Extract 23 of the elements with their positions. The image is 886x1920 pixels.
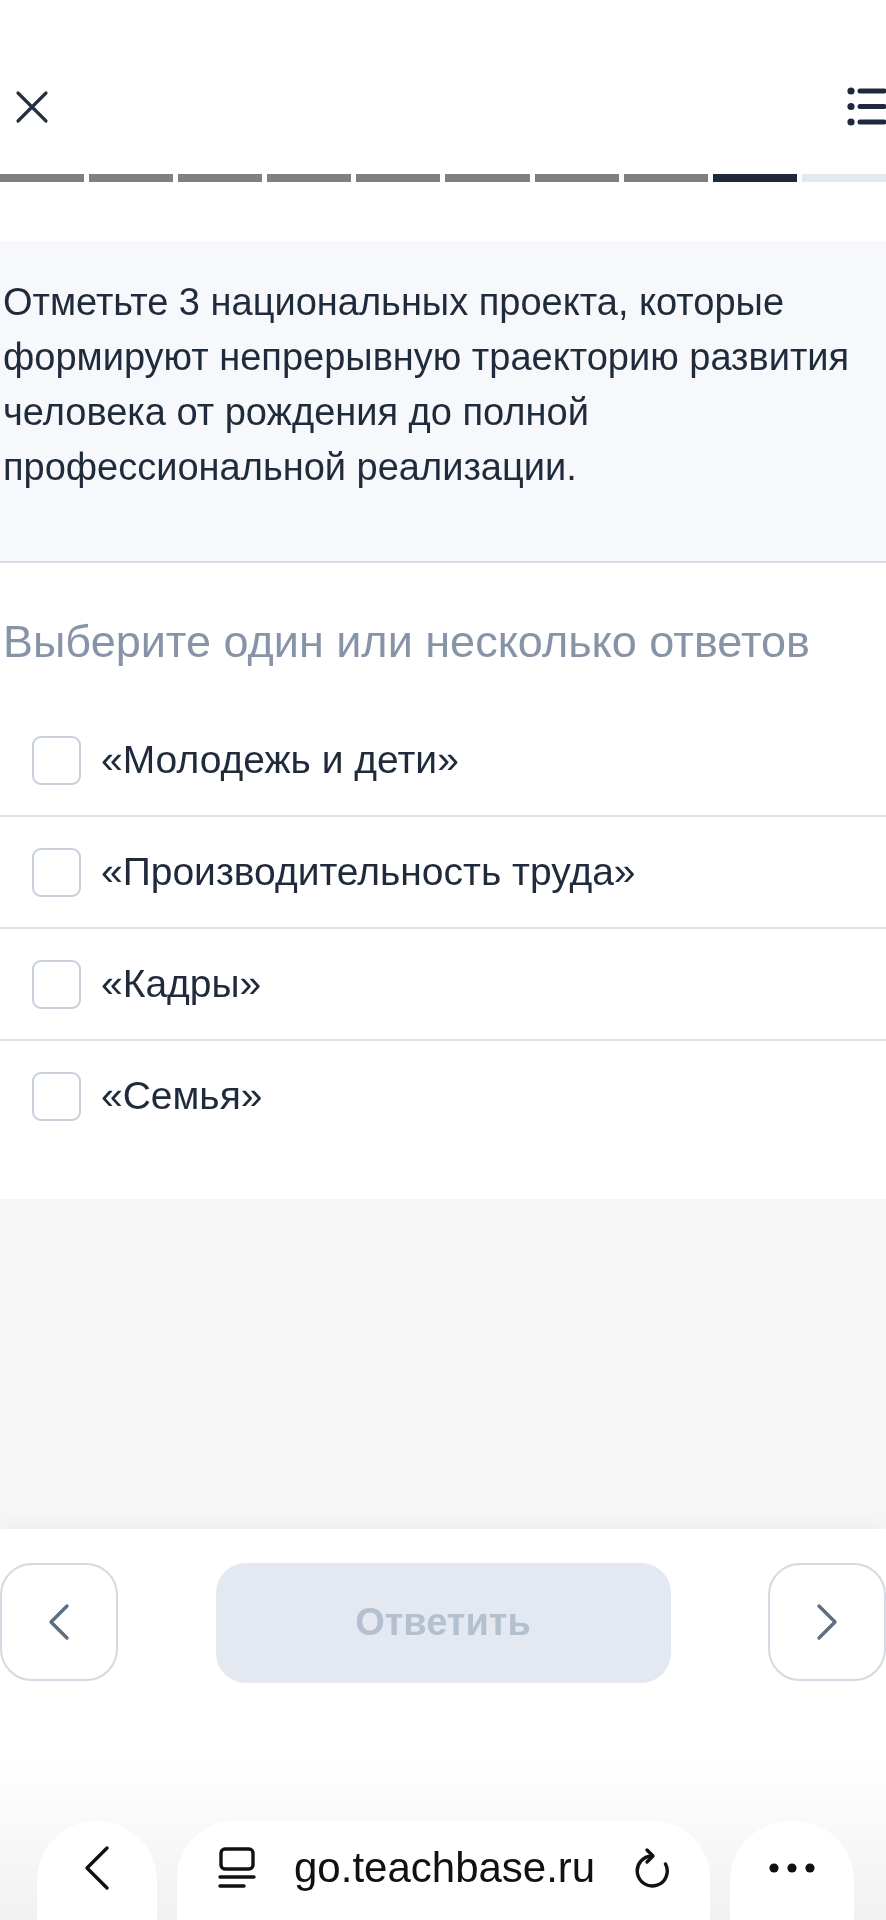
option-label[interactable]: «Производительность труда» bbox=[101, 848, 636, 896]
back-button[interactable] bbox=[37, 1821, 157, 1920]
url-text: go.teachbase.ru bbox=[294, 1842, 596, 1893]
option-label[interactable]: «Молодежь и дети» bbox=[101, 736, 459, 784]
chevron-left-icon bbox=[48, 1602, 70, 1641]
previous-button[interactable] bbox=[0, 1562, 118, 1681]
checkbox[interactable] bbox=[32, 847, 81, 897]
list-icon[interactable] bbox=[847, 86, 886, 127]
chevron-left-icon bbox=[84, 1844, 110, 1891]
checkbox[interactable] bbox=[32, 959, 81, 1009]
rectangle-lines-icon[interactable] bbox=[218, 1846, 256, 1889]
address-bar[interactable]: go.teachbase.ru bbox=[177, 1821, 710, 1920]
chevron-right-icon bbox=[816, 1602, 838, 1641]
checkbox[interactable] bbox=[32, 735, 81, 785]
more-button[interactable] bbox=[730, 1821, 854, 1920]
instruction-text: Выберите один или несколько ответов bbox=[2, 617, 811, 667]
checkbox[interactable] bbox=[32, 1071, 81, 1121]
close-icon[interactable] bbox=[15, 89, 49, 124]
next-button[interactable] bbox=[768, 1562, 886, 1681]
question-text: Отметьте 3 национальных проекта, которые формируют непрерывную траекторию развития человека от рождения до полной профессиональной реализации. bbox=[3, 280, 851, 490]
option-label[interactable]: «Семья» bbox=[101, 1072, 263, 1120]
more-icon bbox=[769, 1862, 815, 1873]
option-label[interactable]: «Кадры» bbox=[101, 960, 262, 1008]
